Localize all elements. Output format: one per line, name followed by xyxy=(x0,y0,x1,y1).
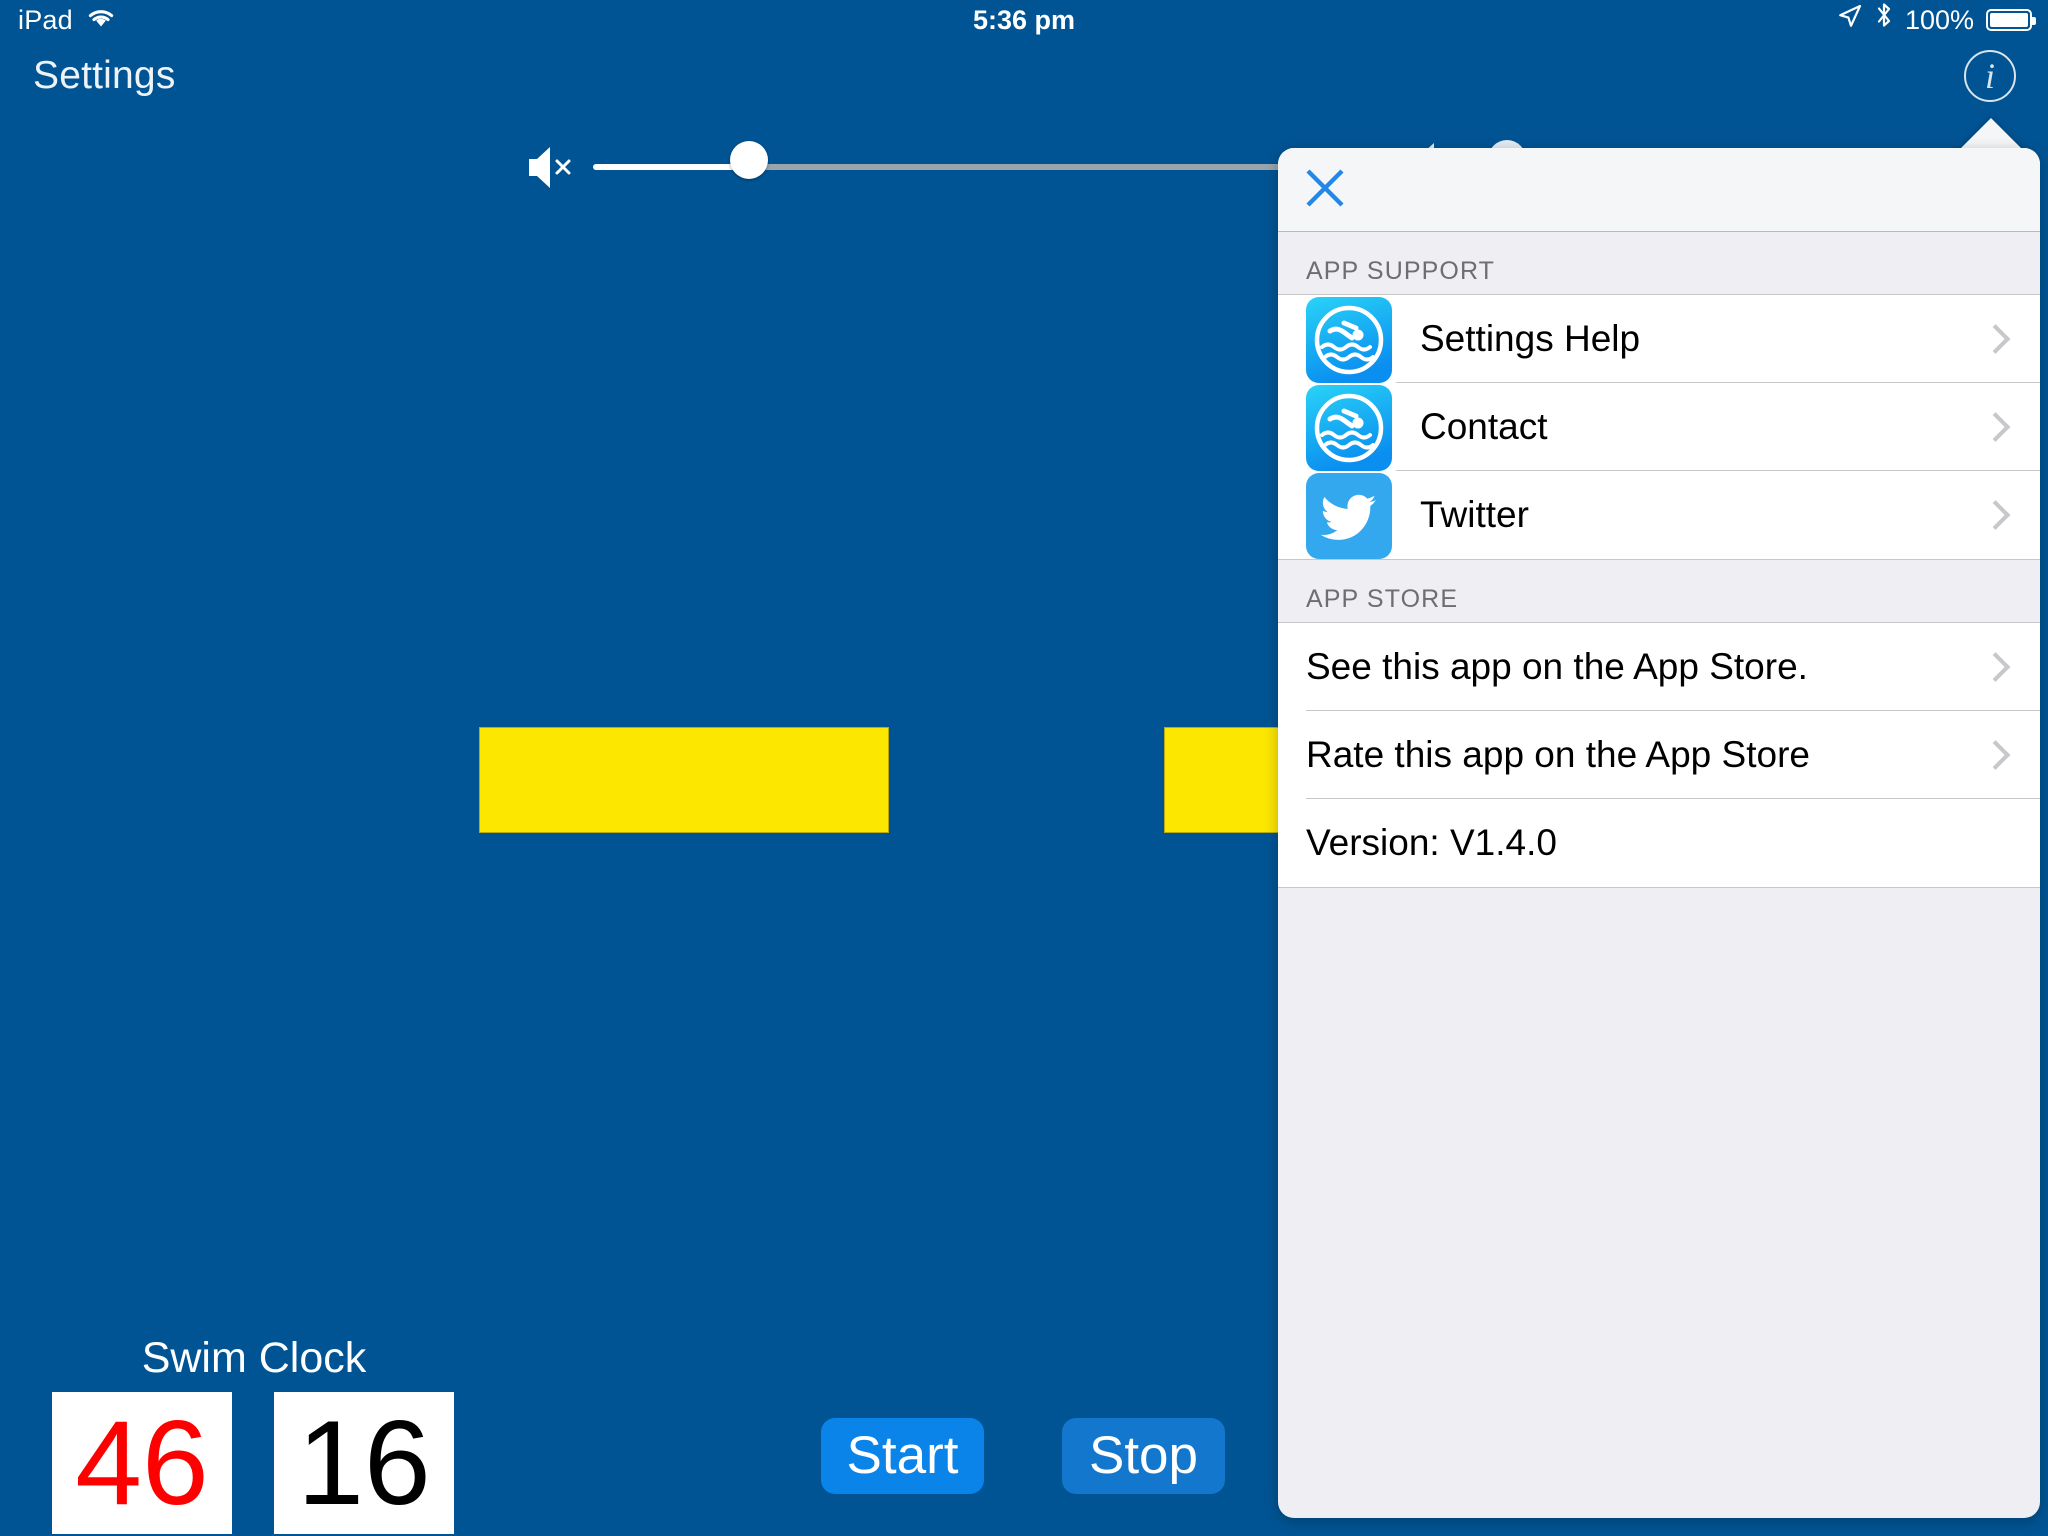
row-rate-app-store[interactable]: Rate this app on the App Store xyxy=(1278,711,2040,799)
volume-slider-thumb[interactable] xyxy=(730,141,768,179)
swim-app-icon xyxy=(1306,384,1392,471)
twitter-icon xyxy=(1306,472,1392,559)
stop-button[interactable]: Stop xyxy=(1062,1418,1225,1494)
chevron-right-icon xyxy=(1960,471,2040,559)
chevron-right-icon xyxy=(1960,623,2040,711)
row-label: Contact xyxy=(1420,406,1548,447)
info-circle-icon[interactable]: i xyxy=(1964,50,2016,102)
status-bar-right: 100% xyxy=(1837,0,2036,40)
status-bar-time: 5:36 pm xyxy=(972,5,1076,35)
nav-bar: Settings i xyxy=(0,40,2048,108)
status-bar: iPad 5:36 pm 100% xyxy=(0,0,2048,40)
app-support-rows: Settings Help Contact Twitter xyxy=(1278,294,2040,560)
battery-percent-label: 100% xyxy=(1904,5,1974,35)
row-version: Version: V1.4.0 xyxy=(1278,799,2040,887)
ipad-screen: iPad 5:36 pm 100% Settings i Swim Clock … xyxy=(0,0,2048,1536)
chevron-right-icon xyxy=(1960,295,2040,383)
section-header-app-store: APP STORE xyxy=(1278,560,2040,622)
row-label: Twitter xyxy=(1420,494,1529,535)
row-twitter[interactable]: Twitter xyxy=(1278,471,2040,559)
start-button[interactable]: Start xyxy=(821,1418,984,1494)
bluetooth-icon xyxy=(1875,0,1893,40)
swim-clock: Swim Clock 46 16 xyxy=(52,1334,456,1534)
chevron-right-icon xyxy=(1960,711,2040,799)
row-label: Settings Help xyxy=(1420,318,1641,359)
swim-clock-left-digits: 46 xyxy=(52,1392,232,1534)
swim-clock-right-digits: 16 xyxy=(274,1392,454,1534)
app-store-rows: See this app on the App Store. Rate this… xyxy=(1278,622,2040,888)
app-info-popover: APP SUPPORT Settings Help Contact Twitte… xyxy=(1278,148,2040,1518)
row-label: Rate this app on the App Store xyxy=(1306,734,1810,775)
battery-full-icon xyxy=(1986,9,2036,31)
row-contact[interactable]: Contact xyxy=(1278,383,2040,471)
version-label: Version: V1.4.0 xyxy=(1306,822,1557,863)
chevron-right-icon xyxy=(1960,383,2040,471)
speaker-mute-icon[interactable] xyxy=(523,140,583,195)
popover-header xyxy=(1278,148,2040,232)
yellow-bar-1 xyxy=(479,727,889,833)
swim-clock-title: Swim Clock xyxy=(141,1334,367,1382)
location-arrow-icon xyxy=(1837,0,1863,40)
swim-app-icon xyxy=(1306,296,1392,383)
row-label: See this app on the App Store. xyxy=(1306,646,1808,687)
row-see-app-store[interactable]: See this app on the App Store. xyxy=(1278,623,2040,711)
page-title: Settings xyxy=(33,54,176,97)
row-settings-help[interactable]: Settings Help xyxy=(1278,295,2040,383)
close-x-icon[interactable] xyxy=(1303,166,1347,210)
section-header-app-support: APP SUPPORT xyxy=(1278,232,2040,294)
